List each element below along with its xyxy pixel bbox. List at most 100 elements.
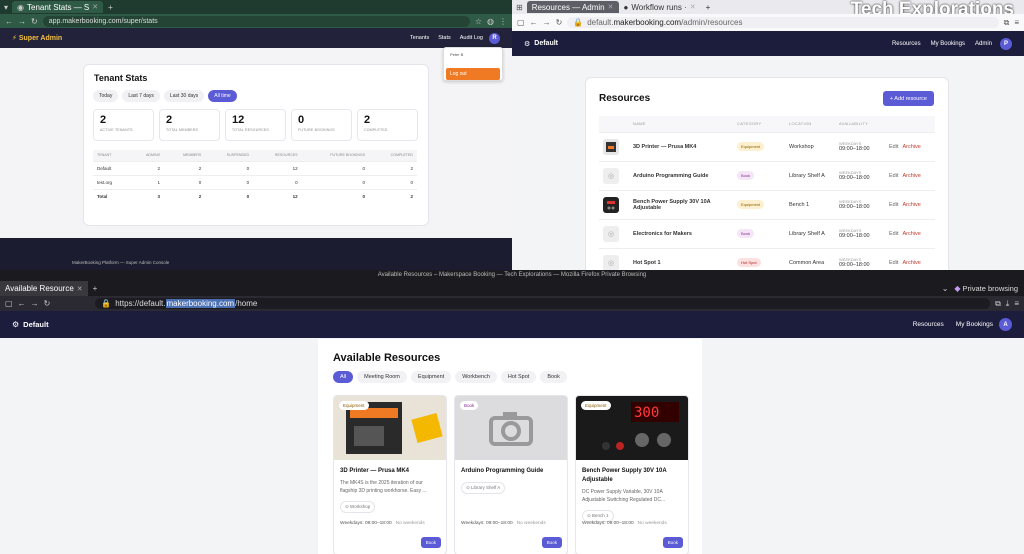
profile-icon[interactable]: ◍ xyxy=(487,17,494,26)
nav-my-bookings[interactable]: My Bookings xyxy=(956,321,993,328)
url-text: https://default.makerbooking.com/home xyxy=(115,299,257,308)
download-icon[interactable]: ⤓ xyxy=(1006,299,1010,309)
tab-list-icon[interactable]: ⊞ xyxy=(512,3,527,12)
resource-card[interactable]: Book Arduino Programming Guide ⊙ Library… xyxy=(454,395,568,554)
chip-hot-spot[interactable]: Hot Spot xyxy=(500,371,537,383)
logout-button[interactable]: Log out xyxy=(446,68,500,80)
new-tab-icon[interactable]: + xyxy=(88,284,103,293)
sidebar-icon[interactable]: ▢ xyxy=(5,299,13,308)
tab-label: Tenant Stats — S xyxy=(27,2,90,12)
nav-tenants[interactable]: Tenants xyxy=(410,35,429,41)
nav-toolbar: ← → ↻ app.makerbooking.com/super/stats ☆… xyxy=(0,14,512,28)
bookmark-star-icon[interactable]: ☆ xyxy=(475,17,482,26)
nav-resources[interactable]: Resources xyxy=(913,321,944,328)
nav-audit-log[interactable]: Audit Log xyxy=(460,35,483,41)
resource-card[interactable]: 300 Equipment Bench Power Supply 30V 10A… xyxy=(575,395,689,554)
extensions-icon[interactable]: ⧉ xyxy=(1004,18,1010,28)
chip-all[interactable]: All xyxy=(333,371,354,383)
close-tab-icon[interactable]: ✕ xyxy=(77,285,83,293)
archive-link[interactable]: Archive xyxy=(902,173,920,179)
category-filter: All Meeting Room Equipment Workbench Hot… xyxy=(333,371,567,383)
add-resource-button[interactable]: + Add resource xyxy=(882,91,934,106)
filter-today[interactable]: Today xyxy=(93,90,119,102)
archive-link[interactable]: Archive xyxy=(902,260,920,266)
menu-icon[interactable]: ⋮ xyxy=(499,17,507,26)
avatar[interactable]: P xyxy=(1000,37,1012,50)
address-bar[interactable]: 🔒 https://default.makerbooking.com/home xyxy=(95,298,991,309)
back-icon[interactable]: ← xyxy=(18,299,26,308)
tab-workflow-runs[interactable]: ● Workflow runs · ✕ xyxy=(619,1,701,13)
reload-icon[interactable]: ↻ xyxy=(31,17,38,26)
reload-icon[interactable]: ↻ xyxy=(556,18,563,27)
book-button[interactable]: Book xyxy=(662,537,683,548)
sidebar-icon[interactable]: ▢ xyxy=(517,18,525,27)
brand[interactable]: Default xyxy=(23,320,48,329)
edit-link[interactable]: Edit xyxy=(889,144,898,150)
tab-label: Workflow runs · xyxy=(631,2,687,12)
forward-icon[interactable]: → xyxy=(18,17,26,26)
archive-link[interactable]: Archive xyxy=(902,144,920,150)
edit-link[interactable]: Edit xyxy=(889,231,898,237)
back-icon[interactable]: ← xyxy=(5,17,13,26)
book-button[interactable]: Book xyxy=(420,537,441,548)
col-header: SUSPENDED xyxy=(205,150,254,161)
brand[interactable]: Default xyxy=(534,40,558,47)
chip-equipment[interactable]: Equipment xyxy=(410,371,452,383)
menu-icon[interactable]: ≡ xyxy=(1014,18,1019,27)
printer-image: Equipment xyxy=(334,396,446,460)
forward-icon[interactable]: → xyxy=(543,18,551,27)
avatar[interactable]: A xyxy=(999,318,1012,331)
nav-toolbar: ▢ ← → ↻ 🔒 https://default.makerbooking.c… xyxy=(0,296,1024,311)
tab-available-resources[interactable]: Available Resource ✕ xyxy=(0,281,88,296)
close-tab-icon[interactable]: ✕ xyxy=(608,3,614,11)
camera-placeholder-icon: Book xyxy=(455,396,567,460)
reload-icon[interactable]: ↻ xyxy=(44,299,51,308)
resource-card[interactable]: Equipment 3D Printer — Prusa MK4 The MK4… xyxy=(333,395,447,554)
tab-list-icon[interactable]: ▾ xyxy=(0,3,12,12)
url-host: makerbooking.com xyxy=(165,299,236,308)
cell-category: Book xyxy=(733,218,785,248)
new-tab-icon[interactable]: + xyxy=(701,3,716,12)
cell: test.org xyxy=(93,174,130,189)
extensions-icon[interactable]: ⧉ xyxy=(995,299,1001,309)
stat-value: 0 xyxy=(298,114,305,126)
nav-stats[interactable]: Stats xyxy=(438,35,451,41)
filter-30days[interactable]: Last 30 days xyxy=(163,90,205,102)
nav-resources[interactable]: Resources xyxy=(892,41,921,47)
chip-book[interactable]: Book xyxy=(540,371,567,383)
avatar[interactable]: R xyxy=(489,32,500,44)
chip-meeting-room[interactable]: Meeting Room xyxy=(357,371,407,383)
new-tab-icon[interactable]: + xyxy=(103,3,118,12)
category-badge: Book xyxy=(460,401,479,410)
location-text: Workshop xyxy=(350,504,371,509)
user-dropdown: Peter B Log out xyxy=(443,47,503,81)
nav-my-bookings[interactable]: My Bookings xyxy=(931,41,965,47)
avail-hours: 09:00–18:00 xyxy=(839,204,870,210)
back-icon[interactable]: ← xyxy=(530,18,538,27)
chip-workbench[interactable]: Workbench xyxy=(455,371,497,383)
edit-link[interactable]: Edit xyxy=(889,173,898,179)
filter-alltime[interactable]: All time xyxy=(208,90,237,102)
filter-7days[interactable]: Last 7 days xyxy=(122,90,160,102)
nav-admin[interactable]: Admin xyxy=(975,41,992,47)
close-tab-icon[interactable]: ✕ xyxy=(690,3,696,11)
category-badge: Hot Spot xyxy=(737,258,761,268)
tab-resources-admin[interactable]: Resources — Admin ✕ xyxy=(526,1,619,13)
tab-list-icon[interactable]: ⌄ xyxy=(942,284,949,293)
cell: 0 xyxy=(301,174,370,189)
hours-text: Weekdays: 09:00–18:00 xyxy=(340,521,392,526)
forward-icon[interactable]: → xyxy=(31,299,39,308)
app-navbar: ⚙ Default Resources My Bookings A xyxy=(0,311,1024,338)
address-bar[interactable]: 🔒 default.makerbooking.com/admin/resourc… xyxy=(567,17,999,28)
archive-link[interactable]: Archive xyxy=(902,202,920,208)
edit-link[interactable]: Edit xyxy=(889,202,898,208)
tab-tenant-stats[interactable]: ◉ Tenant Stats — S ✕ xyxy=(12,1,104,13)
archive-link[interactable]: Archive xyxy=(902,231,920,237)
book-button[interactable]: Book xyxy=(541,537,562,548)
cell: 0 xyxy=(253,174,302,189)
edit-link[interactable]: Edit xyxy=(889,260,898,266)
close-tab-icon[interactable]: ✕ xyxy=(92,3,98,11)
menu-icon[interactable]: ≡ xyxy=(1014,299,1019,308)
address-bar[interactable]: app.makerbooking.com/super/stats xyxy=(42,15,470,27)
table-row: test.org 1 0 0 0 0 0 xyxy=(93,174,417,189)
